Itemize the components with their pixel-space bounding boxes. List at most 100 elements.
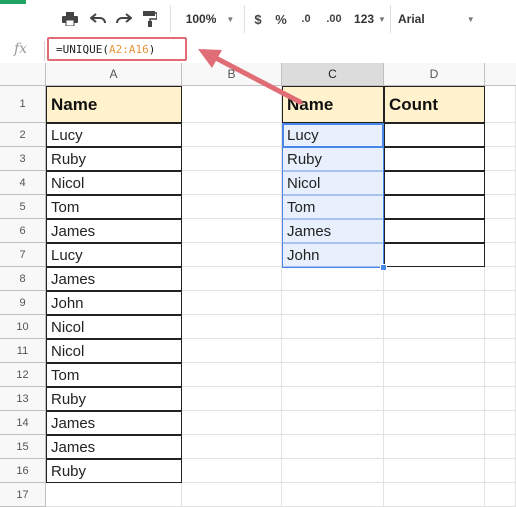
cell[interactable]: James: [46, 411, 182, 435]
cell[interactable]: [182, 411, 282, 435]
cell[interactable]: James: [46, 435, 182, 459]
cell[interactable]: [182, 291, 282, 315]
cell[interactable]: Ruby: [46, 459, 182, 483]
header-cell-name-c[interactable]: Name: [282, 86, 384, 123]
column-header-e[interactable]: [485, 63, 516, 86]
cell[interactable]: [282, 339, 384, 363]
undo-icon[interactable]: [86, 8, 110, 30]
cell[interactable]: [182, 315, 282, 339]
redo-icon[interactable]: [112, 8, 136, 30]
cell[interactable]: Tom: [46, 363, 182, 387]
cell[interactable]: [485, 171, 516, 195]
cell[interactable]: [384, 315, 485, 339]
cell[interactable]: John: [282, 243, 384, 267]
cell[interactable]: [384, 291, 485, 315]
cell[interactable]: [485, 339, 516, 363]
cell[interactable]: [384, 363, 485, 387]
cell[interactable]: [485, 387, 516, 411]
cell[interactable]: [384, 147, 485, 171]
cell[interactable]: [384, 411, 485, 435]
cell[interactable]: Nicol: [46, 171, 182, 195]
row-header[interactable]: 11: [0, 339, 46, 363]
row-header[interactable]: 1: [0, 86, 46, 123]
row-header[interactable]: 2: [0, 123, 46, 147]
more-formats-button[interactable]: 123 ▼: [350, 8, 390, 30]
cell[interactable]: Nicol: [46, 339, 182, 363]
cell[interactable]: [485, 435, 516, 459]
paint-format-icon[interactable]: [138, 8, 162, 30]
zoom-select[interactable]: 100% ▼: [180, 8, 240, 30]
row-header[interactable]: 9: [0, 291, 46, 315]
cell[interactable]: [182, 147, 282, 171]
font-select[interactable]: Arial ▼: [398, 8, 498, 30]
cell[interactable]: Ruby: [46, 387, 182, 411]
cell[interactable]: [282, 387, 384, 411]
cell[interactable]: [182, 219, 282, 243]
row-header[interactable]: 10: [0, 315, 46, 339]
row-header[interactable]: 14: [0, 411, 46, 435]
cell[interactable]: [384, 435, 485, 459]
print-icon[interactable]: [58, 8, 82, 30]
cell[interactable]: [182, 243, 282, 267]
cell[interactable]: John: [46, 291, 182, 315]
cell[interactable]: Nicol: [282, 171, 384, 195]
cell[interactable]: [384, 459, 485, 483]
percent-format-button[interactable]: %: [272, 8, 290, 30]
cell[interactable]: [182, 387, 282, 411]
cell[interactable]: Lucy: [282, 123, 384, 147]
column-header-d[interactable]: D: [384, 63, 485, 86]
cell[interactable]: [282, 483, 384, 507]
cell[interactable]: [485, 459, 516, 483]
cell[interactable]: [485, 243, 516, 267]
row-header[interactable]: 4: [0, 171, 46, 195]
cell[interactable]: Tom: [282, 195, 384, 219]
row-header[interactable]: 5: [0, 195, 46, 219]
cell[interactable]: [282, 363, 384, 387]
row-header[interactable]: 16: [0, 459, 46, 483]
cell[interactable]: [384, 387, 485, 411]
cell[interactable]: [182, 435, 282, 459]
cell[interactable]: [384, 219, 485, 243]
cell[interactable]: [384, 267, 485, 291]
column-header-b[interactable]: B: [182, 63, 282, 86]
cell[interactable]: [384, 123, 485, 147]
select-all-corner[interactable]: [0, 63, 46, 86]
header-cell-count[interactable]: Count: [384, 86, 485, 123]
cell[interactable]: [384, 171, 485, 195]
cell[interactable]: Lucy: [46, 123, 182, 147]
cell[interactable]: [282, 459, 384, 483]
cell[interactable]: [485, 483, 516, 507]
cell[interactable]: Tom: [46, 195, 182, 219]
row-header[interactable]: 15: [0, 435, 46, 459]
cell[interactable]: [384, 483, 485, 507]
cell[interactable]: [182, 123, 282, 147]
decrease-decimal-button[interactable]: .0: [296, 8, 316, 30]
row-header[interactable]: 6: [0, 219, 46, 243]
row-header[interactable]: 13: [0, 387, 46, 411]
cell[interactable]: [182, 483, 282, 507]
currency-format-button[interactable]: $: [250, 8, 266, 30]
cell[interactable]: [182, 195, 282, 219]
cell[interactable]: [485, 411, 516, 435]
cell[interactable]: James: [282, 219, 384, 243]
cell[interactable]: [384, 195, 485, 219]
cell[interactable]: [182, 86, 282, 123]
cell[interactable]: [384, 243, 485, 267]
cell[interactable]: [182, 459, 282, 483]
cell[interactable]: Lucy: [46, 243, 182, 267]
cell[interactable]: Ruby: [282, 147, 384, 171]
cell[interactable]: [485, 291, 516, 315]
cell[interactable]: [485, 86, 516, 123]
cell[interactable]: [46, 483, 182, 507]
cell[interactable]: [282, 267, 384, 291]
row-header[interactable]: 3: [0, 147, 46, 171]
cell[interactable]: [182, 171, 282, 195]
row-header[interactable]: 7: [0, 243, 46, 267]
row-header[interactable]: 8: [0, 267, 46, 291]
cell[interactable]: James: [46, 219, 182, 243]
cell[interactable]: [282, 411, 384, 435]
fill-handle[interactable]: [380, 264, 387, 271]
cell[interactable]: [282, 315, 384, 339]
cell[interactable]: [182, 339, 282, 363]
increase-decimal-button[interactable]: .00: [322, 8, 346, 30]
